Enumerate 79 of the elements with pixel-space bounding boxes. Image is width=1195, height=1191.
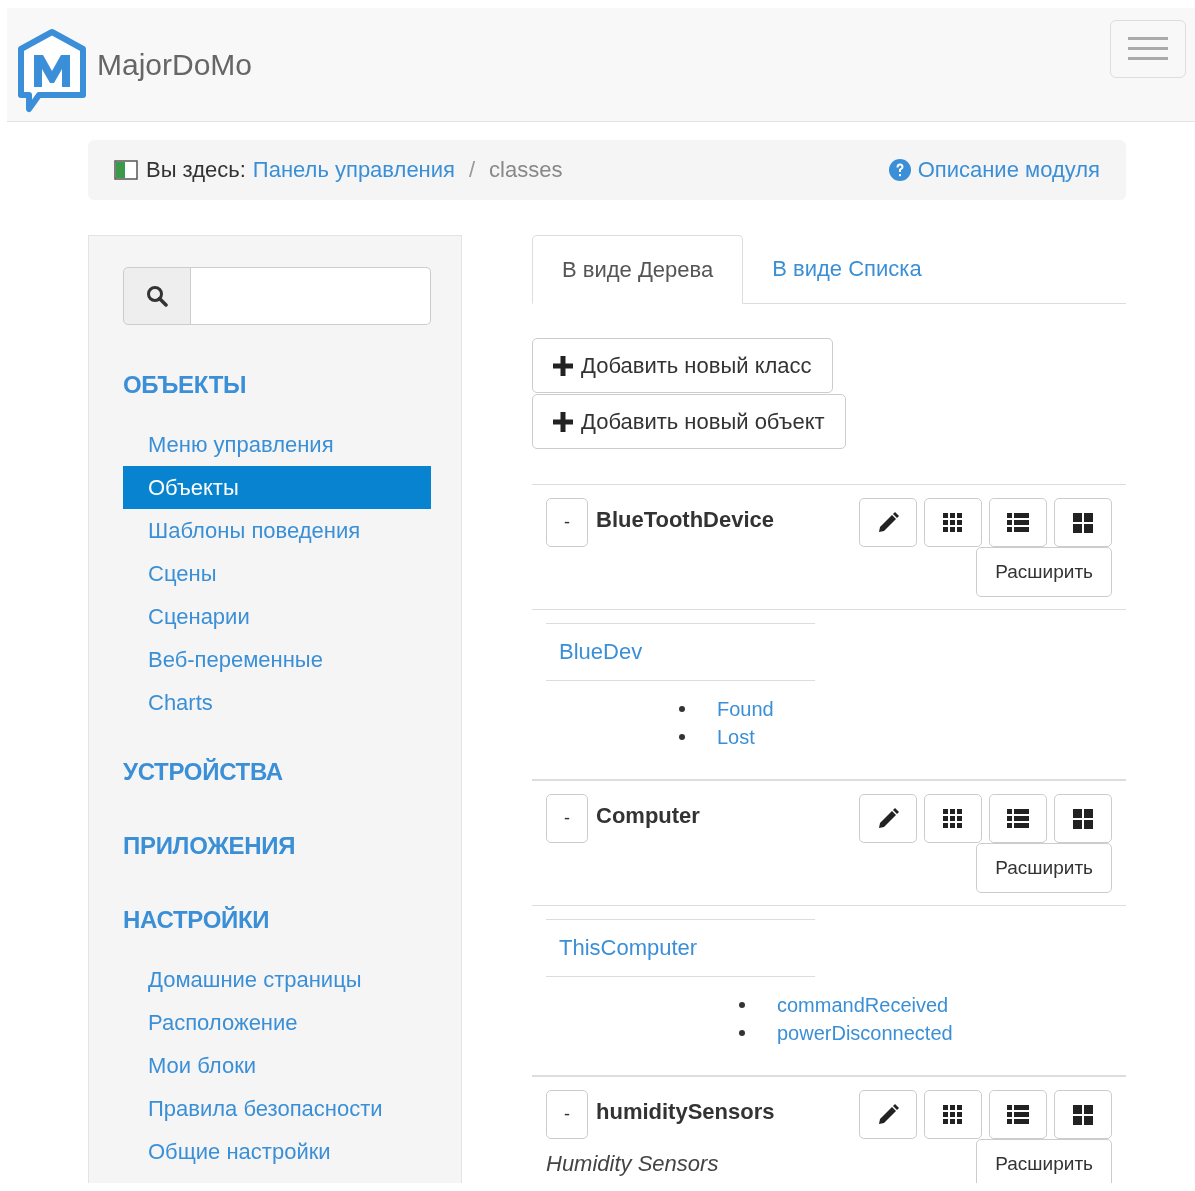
list-button[interactable] [989, 1090, 1047, 1139]
tiles-button[interactable] [1054, 1090, 1112, 1139]
section-heading[interactable]: УСТРОЙСТВА [123, 758, 431, 786]
sidebar-item[interactable]: Домашние страницы [123, 958, 431, 1001]
edit-button[interactable] [859, 1090, 917, 1139]
pencil-icon [877, 1103, 899, 1126]
sidebar-item[interactable]: Веб-переменные [123, 638, 431, 681]
bullet-icon [679, 734, 685, 740]
bullet-icon [739, 1030, 745, 1036]
menu-icon [1128, 36, 1168, 62]
grid-button[interactable] [924, 498, 982, 547]
section-heading[interactable]: ПРИЛОЖЕНИЯ [123, 832, 431, 860]
grid-icon [943, 1104, 963, 1125]
collapse-button[interactable]: - [546, 1090, 588, 1139]
expand-button[interactable]: Расширить [976, 843, 1112, 893]
search-field[interactable] [191, 267, 431, 325]
list-icon [1007, 1104, 1029, 1125]
class-name: Computer [596, 803, 701, 829]
help-icon [888, 159, 911, 181]
class-name: humiditySensors [596, 1099, 776, 1125]
add-button[interactable]: Добавить новый класс [532, 338, 833, 393]
grid-button[interactable] [924, 1090, 982, 1139]
pencil-icon [877, 511, 899, 534]
brand-name[interactable]: MajorDoMo [97, 47, 253, 82]
edit-button[interactable] [859, 498, 917, 547]
pencil-icon [877, 807, 899, 830]
sidebar-item[interactable]: Сцены [123, 552, 431, 595]
sidebar-item[interactable]: Шаблоны поведения [123, 509, 431, 552]
object-link[interactable]: ThisComputer [559, 935, 698, 960]
list-button[interactable] [989, 498, 1047, 547]
panel-icon [114, 160, 138, 180]
breadcrumb-link[interactable]: Панель управления [252, 157, 455, 183]
tiles-icon [1073, 1104, 1093, 1125]
help-link[interactable]: Описание модуля [888, 157, 1100, 183]
grid-icon [943, 512, 963, 533]
breadcrumb-separator: / [468, 157, 476, 183]
sidebar-item[interactable]: Меню управления [123, 423, 431, 466]
bullet-icon [739, 1002, 745, 1008]
method-link[interactable]: Lost [717, 723, 755, 751]
breadcrumb-label: Вы здесь: [146, 157, 246, 183]
view-tab[interactable]: В виде Списка [743, 235, 951, 303]
list-icon [1007, 512, 1029, 533]
grid-button[interactable] [924, 794, 982, 843]
tiles-button[interactable] [1054, 794, 1112, 843]
section-heading[interactable]: ОБЪЕКТЫ [123, 371, 431, 399]
sidebar-item[interactable]: Мои блоки [123, 1044, 431, 1087]
plus-icon [553, 355, 573, 376]
bullet-icon [679, 706, 685, 712]
list-button[interactable] [989, 794, 1047, 843]
search-icon [146, 285, 168, 307]
collapse-button[interactable]: - [546, 794, 588, 843]
plus-icon [553, 411, 573, 432]
add-button[interactable]: Добавить новый объект [532, 394, 846, 449]
view-tab[interactable]: В виде Дерева [532, 235, 744, 304]
method-link[interactable]: commandReceived [777, 991, 949, 1019]
grid-icon [943, 808, 963, 829]
class-description: Humidity Sensors [546, 1151, 720, 1177]
logo-icon [17, 28, 87, 113]
sidebar-item[interactable]: Объекты [123, 466, 431, 509]
expand-button[interactable]: Расширить [976, 1139, 1112, 1183]
class-name: BlueToothDevice [596, 507, 776, 533]
tiles-icon [1073, 512, 1093, 533]
collapse-button[interactable]: - [546, 498, 588, 547]
search-button[interactable] [123, 267, 191, 325]
method-link[interactable]: Found [717, 695, 774, 723]
edit-button[interactable] [859, 794, 917, 843]
sidebar-item[interactable]: Общие настройки [123, 1130, 431, 1173]
method-link[interactable]: powerDisconnected [777, 1019, 953, 1047]
sidebar-item[interactable]: Правила безопасности [123, 1087, 431, 1130]
breadcrumb-current: classes [489, 157, 563, 183]
expand-button[interactable]: Расширить [976, 547, 1112, 597]
list-icon [1007, 808, 1029, 829]
sidebar-item[interactable]: Сценарии [123, 595, 431, 638]
tiles-button[interactable] [1054, 498, 1112, 547]
section-heading[interactable]: НАСТРОЙКИ [123, 906, 431, 934]
sidebar-item[interactable]: Charts [123, 681, 431, 724]
sidebar-item[interactable]: Расположение [123, 1001, 431, 1044]
tiles-icon [1073, 808, 1093, 829]
object-link[interactable]: BlueDev [559, 639, 643, 664]
